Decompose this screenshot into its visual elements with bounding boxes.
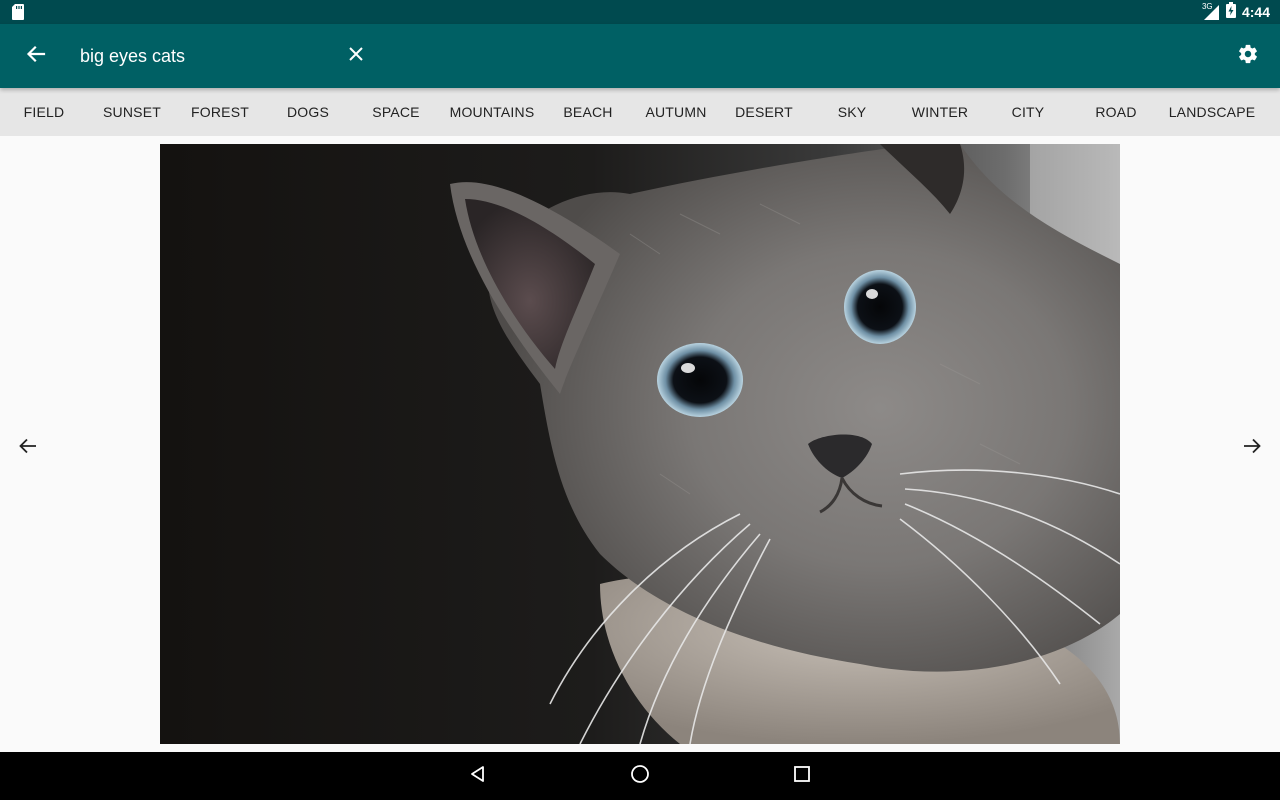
nav-recents-icon bbox=[793, 765, 811, 788]
clear-search-button[interactable] bbox=[340, 40, 372, 72]
category-sunset[interactable]: SUNSET bbox=[88, 104, 176, 120]
nav-recents-button[interactable] bbox=[786, 760, 818, 792]
battery-icon bbox=[1225, 1, 1236, 23]
search-toolbar bbox=[0, 24, 1280, 88]
category-landscape[interactable]: LANDSCAPE bbox=[1160, 104, 1264, 120]
settings-gear-icon bbox=[1237, 43, 1259, 70]
category-autumn[interactable]: AUTUMN bbox=[632, 104, 720, 120]
nav-home-icon bbox=[630, 764, 650, 789]
status-bar: 3G 4:44 bbox=[0, 0, 1280, 24]
nav-home-button[interactable] bbox=[624, 760, 656, 792]
arrow-previous-icon bbox=[18, 436, 38, 461]
category-beach[interactable]: BEACH bbox=[544, 104, 632, 120]
settings-button[interactable] bbox=[1232, 40, 1264, 72]
nav-back-button[interactable] bbox=[462, 760, 494, 792]
next-image-button[interactable] bbox=[1236, 432, 1268, 464]
category-road[interactable]: ROAD bbox=[1072, 104, 1160, 120]
sd-card-icon bbox=[12, 4, 24, 25]
back-button[interactable] bbox=[20, 40, 52, 72]
category-desert[interactable]: DESERT bbox=[720, 104, 808, 120]
arrow-next-icon bbox=[1242, 436, 1262, 461]
category-forest[interactable]: FOREST bbox=[176, 104, 264, 120]
search-input[interactable] bbox=[80, 42, 320, 70]
cell-signal-icon: 3G bbox=[1202, 2, 1220, 21]
previous-image-button[interactable] bbox=[12, 432, 44, 464]
nav-back-icon bbox=[469, 765, 487, 788]
category-mountains[interactable]: MOUNTAINS bbox=[440, 104, 544, 120]
category-city[interactable]: CITY bbox=[984, 104, 1072, 120]
status-time: 4:44 bbox=[1241, 4, 1270, 20]
category-field[interactable]: FIELD bbox=[0, 104, 88, 120]
cat-photo[interactable] bbox=[160, 144, 1120, 744]
category-strip: FIELD SUNSET FOREST DOGS SPACE MOUNTAINS… bbox=[0, 88, 1280, 136]
category-winter[interactable]: WINTER bbox=[896, 104, 984, 120]
arrow-back-icon bbox=[26, 44, 46, 69]
category-dogs[interactable]: DOGS bbox=[264, 104, 352, 120]
close-icon bbox=[348, 46, 364, 67]
category-sky[interactable]: SKY bbox=[808, 104, 896, 120]
category-space[interactable]: SPACE bbox=[352, 104, 440, 120]
image-viewer bbox=[0, 136, 1280, 752]
cat-photo-illustration bbox=[160, 144, 1120, 744]
system-navigation-bar bbox=[0, 752, 1280, 800]
